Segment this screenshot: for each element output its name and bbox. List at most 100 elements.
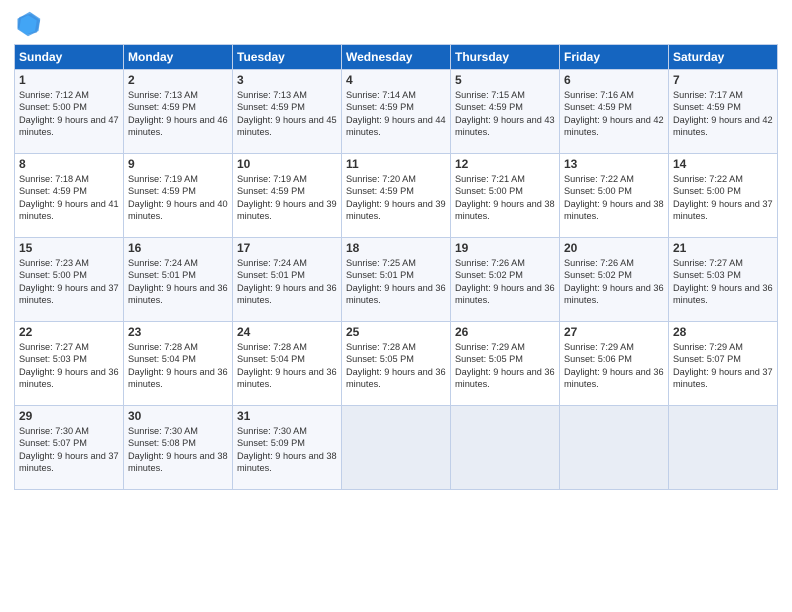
day-number: 10 — [237, 157, 337, 171]
calendar-cell: 29Sunrise: 7:30 AMSunset: 5:07 PMDayligh… — [15, 406, 124, 490]
week-row-5: 29Sunrise: 7:30 AMSunset: 5:07 PMDayligh… — [15, 406, 778, 490]
calendar-cell: 22 Sunrise: 7:27 AMSunset: 5:03 PMDayligh… — [15, 322, 124, 406]
day-number: 30 — [128, 409, 228, 423]
cell-content: Sunrise: 7:26 AMSunset: 5:02 PMDaylight:… — [564, 258, 664, 305]
main-container: SundayMondayTuesdayWednesdayThursdayFrid… — [0, 0, 792, 498]
calendar-cell: 16 Sunrise: 7:24 AMSunset: 5:01 PMDayligh… — [124, 238, 233, 322]
header-row: SundayMondayTuesdayWednesdayThursdayFrid… — [15, 45, 778, 70]
calendar-cell: 2 Sunrise: 7:13 AMSunset: 4:59 PMDaylight… — [124, 70, 233, 154]
cell-content: Sunrise: 7:15 AMSunset: 4:59 PMDaylight:… — [455, 90, 555, 137]
week-row-2: 8 Sunrise: 7:18 AMSunset: 4:59 PMDaylight… — [15, 154, 778, 238]
cell-content: Sunrise: 7:12 AMSunset: 5:00 PMDaylight:… — [19, 90, 119, 137]
cell-content: Sunrise: 7:22 AMSunset: 5:00 PMDaylight:… — [564, 174, 664, 221]
cell-content: Sunrise: 7:21 AMSunset: 5:00 PMDaylight:… — [455, 174, 555, 221]
day-header-thursday: Thursday — [451, 45, 560, 70]
calendar-cell: 11 Sunrise: 7:20 AMSunset: 4:59 PMDayligh… — [342, 154, 451, 238]
day-number: 14 — [673, 157, 773, 171]
calendar-cell: 12 Sunrise: 7:21 AMSunset: 5:00 PMDayligh… — [451, 154, 560, 238]
cell-content: Sunrise: 7:29 AMSunset: 5:06 PMDaylight:… — [564, 342, 664, 389]
calendar-cell: 1 Sunrise: 7:12 AMSunset: 5:00 PMDaylight… — [15, 70, 124, 154]
cell-content: Sunrise: 7:30 AMSunset: 5:07 PMDaylight:… — [19, 426, 119, 473]
day-number: 23 — [128, 325, 228, 339]
calendar-cell: 21Sunrise: 7:27 AMSunset: 5:03 PMDayligh… — [669, 238, 778, 322]
day-number: 28 — [673, 325, 773, 339]
day-number: 19 — [455, 241, 555, 255]
day-number: 13 — [564, 157, 664, 171]
cell-content: Sunrise: 7:20 AMSunset: 4:59 PMDaylight:… — [346, 174, 446, 221]
calendar-cell: 17 Sunrise: 7:24 AMSunset: 5:01 PMDayligh… — [233, 238, 342, 322]
cell-content: Sunrise: 7:28 AMSunset: 5:04 PMDaylight:… — [237, 342, 337, 389]
calendar-cell — [669, 406, 778, 490]
calendar-cell: 3 Sunrise: 7:13 AMSunset: 4:59 PMDaylight… — [233, 70, 342, 154]
day-number: 16 — [128, 241, 228, 255]
day-header-tuesday: Tuesday — [233, 45, 342, 70]
day-number: 21 — [673, 241, 773, 255]
calendar-cell: 27 Sunrise: 7:29 AMSunset: 5:06 PMDayligh… — [560, 322, 669, 406]
calendar-cell: 9 Sunrise: 7:19 AMSunset: 4:59 PMDaylight… — [124, 154, 233, 238]
day-number: 6 — [564, 73, 664, 87]
day-number: 1 — [19, 73, 119, 87]
day-number: 2 — [128, 73, 228, 87]
cell-content: Sunrise: 7:27 AMSunset: 5:03 PMDaylight:… — [19, 342, 119, 389]
calendar-table: SundayMondayTuesdayWednesdayThursdayFrid… — [14, 44, 778, 490]
day-number: 20 — [564, 241, 664, 255]
calendar-cell: 5 Sunrise: 7:15 AMSunset: 4:59 PMDaylight… — [451, 70, 560, 154]
day-header-monday: Monday — [124, 45, 233, 70]
day-number: 9 — [128, 157, 228, 171]
day-header-saturday: Saturday — [669, 45, 778, 70]
cell-content: Sunrise: 7:13 AMSunset: 4:59 PMDaylight:… — [237, 90, 337, 137]
cell-content: Sunrise: 7:18 AMSunset: 4:59 PMDaylight:… — [19, 174, 119, 221]
day-number: 7 — [673, 73, 773, 87]
calendar-cell: 8 Sunrise: 7:18 AMSunset: 4:59 PMDaylight… — [15, 154, 124, 238]
cell-content: Sunrise: 7:30 AMSunset: 5:08 PMDaylight:… — [128, 426, 228, 473]
day-number: 18 — [346, 241, 446, 255]
calendar-cell: 31Sunrise: 7:30 AMSunset: 5:09 PMDayligh… — [233, 406, 342, 490]
cell-content: Sunrise: 7:23 AMSunset: 5:00 PMDaylight:… — [19, 258, 119, 305]
cell-content: Sunrise: 7:24 AMSunset: 5:01 PMDaylight:… — [128, 258, 228, 305]
day-header-wednesday: Wednesday — [342, 45, 451, 70]
calendar-cell: 7 Sunrise: 7:17 AMSunset: 4:59 PMDaylight… — [669, 70, 778, 154]
cell-content: Sunrise: 7:28 AMSunset: 5:05 PMDaylight:… — [346, 342, 446, 389]
week-row-1: 1 Sunrise: 7:12 AMSunset: 5:00 PMDaylight… — [15, 70, 778, 154]
day-number: 5 — [455, 73, 555, 87]
cell-content: Sunrise: 7:30 AMSunset: 5:09 PMDaylight:… — [237, 426, 337, 473]
header — [14, 10, 778, 38]
day-number: 26 — [455, 325, 555, 339]
day-number: 15 — [19, 241, 119, 255]
cell-content: Sunrise: 7:22 AMSunset: 5:00 PMDaylight:… — [673, 174, 773, 221]
calendar-cell — [451, 406, 560, 490]
cell-content: Sunrise: 7:14 AMSunset: 4:59 PMDaylight:… — [346, 90, 446, 137]
calendar-cell: 26 Sunrise: 7:29 AMSunset: 5:05 PMDayligh… — [451, 322, 560, 406]
day-header-sunday: Sunday — [15, 45, 124, 70]
cell-content: Sunrise: 7:16 AMSunset: 4:59 PMDaylight:… — [564, 90, 664, 137]
calendar-cell: 18 Sunrise: 7:25 AMSunset: 5:01 PMDayligh… — [342, 238, 451, 322]
calendar-cell: 24Sunrise: 7:28 AMSunset: 5:04 PMDayligh… — [233, 322, 342, 406]
cell-content: Sunrise: 7:13 AMSunset: 4:59 PMDaylight:… — [128, 90, 228, 137]
cell-content: Sunrise: 7:19 AMSunset: 4:59 PMDaylight:… — [237, 174, 337, 221]
calendar-cell: 15 Sunrise: 7:23 AMSunset: 5:00 PMDayligh… — [15, 238, 124, 322]
calendar-cell: 23 Sunrise: 7:28 AMSunset: 5:04 PMDayligh… — [124, 322, 233, 406]
cell-content: Sunrise: 7:25 AMSunset: 5:01 PMDaylight:… — [346, 258, 446, 305]
day-number: 3 — [237, 73, 337, 87]
cell-content: Sunrise: 7:29 AMSunset: 5:05 PMDaylight:… — [455, 342, 555, 389]
calendar-cell: 25 Sunrise: 7:28 AMSunset: 5:05 PMDayligh… — [342, 322, 451, 406]
day-number: 25 — [346, 325, 446, 339]
day-number: 12 — [455, 157, 555, 171]
calendar-cell: 28 Sunrise: 7:29 AMSunset: 5:07 PMDayligh… — [669, 322, 778, 406]
cell-content: Sunrise: 7:28 AMSunset: 5:04 PMDaylight:… — [128, 342, 228, 389]
day-number: 17 — [237, 241, 337, 255]
cell-content: Sunrise: 7:26 AMSunset: 5:02 PMDaylight:… — [455, 258, 555, 305]
logo-icon — [14, 10, 42, 38]
day-header-friday: Friday — [560, 45, 669, 70]
cell-content: Sunrise: 7:24 AMSunset: 5:01 PMDaylight:… — [237, 258, 337, 305]
calendar-cell: 6 Sunrise: 7:16 AMSunset: 4:59 PMDaylight… — [560, 70, 669, 154]
day-number: 11 — [346, 157, 446, 171]
cell-content: Sunrise: 7:29 AMSunset: 5:07 PMDaylight:… — [673, 342, 773, 389]
calendar-cell: 14 Sunrise: 7:22 AMSunset: 5:00 PMDayligh… — [669, 154, 778, 238]
cell-content: Sunrise: 7:17 AMSunset: 4:59 PMDaylight:… — [673, 90, 773, 137]
day-number: 22 — [19, 325, 119, 339]
cell-content: Sunrise: 7:19 AMSunset: 4:59 PMDaylight:… — [128, 174, 228, 221]
calendar-cell: 30 Sunrise: 7:30 AMSunset: 5:08 PMDayligh… — [124, 406, 233, 490]
day-number: 27 — [564, 325, 664, 339]
day-number: 8 — [19, 157, 119, 171]
